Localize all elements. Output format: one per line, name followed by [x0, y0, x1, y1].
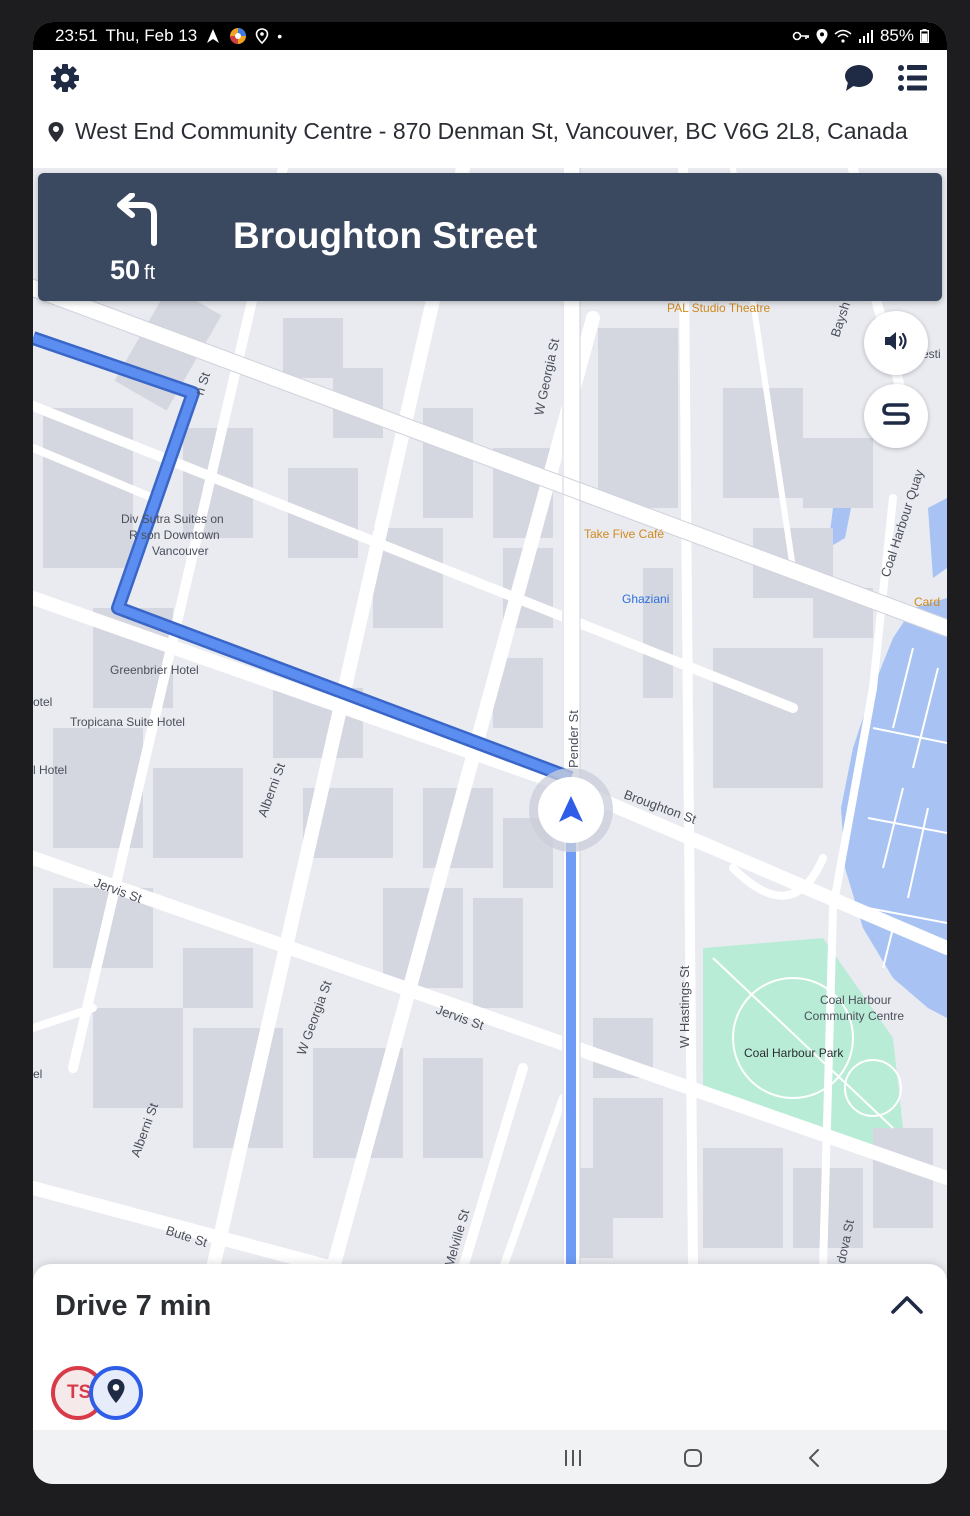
location-icon: [255, 28, 269, 44]
navigation-arrow-icon: [205, 28, 221, 44]
map-label-divya-1: Div Sutra Suites on: [121, 512, 224, 526]
turn-left-icon: [110, 192, 168, 247]
notification-dot-icon: •: [277, 28, 283, 44]
key-icon: [792, 30, 810, 42]
current-position-icon: [529, 768, 613, 852]
system-nav-bar: [33, 1430, 947, 1484]
map-label-pal: PAL Studio Theatre: [667, 301, 771, 315]
status-bar: 23:51 Thu, Feb 13 • 85%: [33, 22, 947, 50]
map-label-divya-2: R son Downtown: [129, 528, 220, 542]
turn-instruction-card[interactable]: 50 ft Broughton Street: [38, 173, 942, 301]
route-overview-icon: [881, 401, 911, 432]
battery-icon: [920, 29, 929, 43]
map-label-pender: Pender St: [566, 710, 581, 768]
map-view[interactable]: W Georgia St Broughton St Pender St Jerv…: [33, 168, 947, 1268]
distance-value: 50: [110, 255, 141, 285]
home-icon[interactable]: [679, 1444, 707, 1472]
battery-percent: 85%: [879, 26, 914, 45]
sound-toggle-button[interactable]: [864, 311, 928, 375]
map-label-card: Card: [914, 595, 940, 609]
turn-distance: 50 ft: [110, 255, 155, 286]
drive-time: Drive 7 min: [55, 1290, 212, 1322]
map-label-chpark: Coal Harbour Park: [744, 1046, 844, 1060]
map-label-divya-3: Vancouver: [152, 544, 208, 558]
map-label-tropicana: Tropicana Suite Hotel: [70, 715, 185, 729]
chat-bubble-icon[interactable]: [843, 62, 875, 94]
destination-stop-badge[interactable]: [89, 1366, 143, 1420]
destination-pin-icon: [106, 1378, 126, 1409]
clock: 23:51: [55, 26, 98, 45]
location-filled-icon: [816, 28, 828, 44]
next-street-name: Broughton Street: [233, 215, 538, 256]
distance-unit: ft: [144, 262, 156, 284]
recents-icon[interactable]: [559, 1444, 587, 1472]
destination-address[interactable]: West End Community Centre - 870 Denman S…: [75, 118, 908, 145]
speaker-icon: [883, 329, 909, 358]
map-label-hastings: W Hastings St: [677, 965, 692, 1048]
map-label-greenbrier: Greenbrier Hotel: [110, 663, 199, 677]
signal-icon: [858, 29, 874, 43]
route-overview-button[interactable]: [864, 384, 928, 448]
settings-gear-icon[interactable]: [49, 62, 81, 94]
wifi-icon: [834, 29, 852, 43]
phone-screen: 23:51 Thu, Feb 13 • 85% West End Communi…: [33, 22, 947, 1484]
trip-summary-sheet[interactable]: Drive 7 min TS: [33, 1264, 947, 1432]
map-label-chcc-2: Community Centre: [804, 1009, 904, 1023]
date: Thu, Feb 13: [105, 26, 198, 45]
top-bar: West End Community Centre - 870 Denman S…: [33, 50, 947, 168]
back-icon[interactable]: [801, 1444, 829, 1472]
app-icon: [229, 27, 247, 45]
map-label-hotel-a: otel: [33, 695, 52, 709]
map-label-takefive: Take Five Café: [584, 527, 664, 541]
map-label-hotel-b: l Hotel: [33, 763, 67, 777]
map-label-el: el: [33, 1067, 42, 1081]
chevron-up-icon[interactable]: [889, 1290, 925, 1318]
destination-pin-icon: [47, 121, 65, 143]
map-label-ghaziani: Ghaziani: [622, 592, 669, 606]
route-list-icon[interactable]: [897, 62, 929, 94]
map-label-chcc-1: Coal Harbour: [820, 993, 891, 1007]
